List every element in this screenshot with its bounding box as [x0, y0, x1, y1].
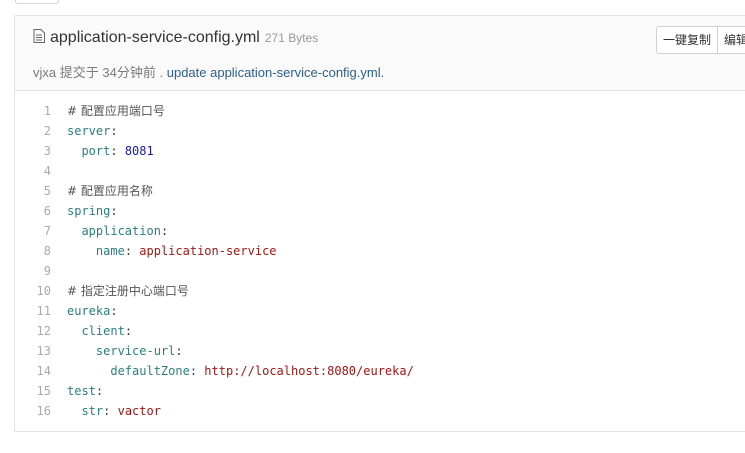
- file-size: 271 Bytes: [264, 31, 319, 45]
- line-content: application:: [67, 221, 168, 241]
- copy-button[interactable]: 一键复制: [656, 26, 719, 54]
- file-text-icon: [33, 29, 45, 43]
- code-line: 10 # 指定注册中心端口号: [15, 281, 414, 301]
- file-header: application-service-config.yml 271 Bytes…: [15, 16, 745, 91]
- line-number: 13: [36, 344, 51, 358]
- code-token: :: [110, 304, 118, 318]
- code-token: port: [81, 144, 111, 158]
- code-line: 4: [15, 161, 414, 181]
- code-token: server: [67, 124, 111, 138]
- commit-info: vjxa 提交于 34分钟前 . update application-serv…: [33, 62, 384, 81]
- line-content: # 配置应用端口号: [67, 101, 165, 121]
- code-token: service-url: [95, 344, 176, 358]
- code-line: 11 eureka:: [15, 301, 414, 321]
- line-content: str: vactor: [67, 401, 161, 421]
- code-token: # 配置应用名称: [67, 184, 153, 198]
- code-line: 16 str: vactor: [15, 401, 414, 421]
- code-token: http://localhost:8080/eureka/: [204, 364, 414, 378]
- line-number: 6: [43, 204, 51, 218]
- line-number: 2: [43, 124, 51, 138]
- line-content: server:: [67, 121, 118, 141]
- code-token: vactor: [117, 404, 161, 418]
- file-name: application-service-config.yml: [50, 29, 260, 46]
- code-token: client: [81, 324, 125, 338]
- code-view: 1 # 配置应用端口号 2 server: 3 port: 8081 4 5 # 配置应用名称…: [15, 101, 414, 421]
- line-content: # 指定注册中心端口号: [67, 281, 189, 301]
- line-number: 9: [43, 264, 51, 278]
- code-line: 5 # 配置应用名称: [15, 181, 414, 201]
- code-line: 9: [15, 261, 414, 281]
- line-content: port: 8081: [67, 141, 154, 161]
- line-number: 10: [36, 284, 51, 298]
- code-token: :: [160, 224, 169, 238]
- line-content: test:: [67, 381, 103, 401]
- commit-separator: .: [159, 65, 164, 80]
- code-token: test: [67, 384, 96, 398]
- line-content: # 配置应用名称: [67, 181, 153, 201]
- line-number: 12: [36, 324, 51, 338]
- line-number: 8: [43, 244, 51, 258]
- line-number: 4: [43, 164, 51, 178]
- line-number: 7: [43, 224, 51, 238]
- line-number: 3: [43, 144, 51, 158]
- code-token: :: [124, 244, 140, 258]
- code-token: eureka: [67, 304, 111, 318]
- line-content: service-url:: [67, 341, 183, 361]
- line-number: 11: [36, 304, 51, 318]
- code-line: 8 name: application-service: [15, 241, 414, 261]
- edit-button[interactable]: 编辑: [718, 26, 745, 54]
- code-token: :: [110, 204, 118, 218]
- code-token: # 指定注册中心端口号: [67, 284, 189, 298]
- code-token: spring: [67, 204, 111, 218]
- code-line: 15 test:: [15, 381, 414, 401]
- code-token: defaultZone: [110, 364, 190, 378]
- code-token: 8081: [124, 144, 154, 158]
- commit-time: 34分钟前: [102, 65, 156, 80]
- code-token: :: [103, 404, 118, 418]
- top-button-stub[interactable]: [15, 0, 59, 4]
- line-content: spring:: [67, 201, 118, 221]
- code-line: 14 defaultZone: http://localhost:8080/eu…: [15, 361, 414, 381]
- line-content: client:: [67, 321, 132, 341]
- line-number: 14: [36, 364, 51, 378]
- code-token: # 配置应用端口号: [67, 104, 165, 118]
- file-title-line: application-service-config.yml 271 Bytes: [33, 28, 318, 47]
- file-actions: 一键复制 编辑: [656, 26, 745, 54]
- code-line: 2 server:: [15, 121, 414, 141]
- line-number: 1: [43, 104, 51, 118]
- line-content: name: application-service: [67, 241, 277, 261]
- code-token: application-service: [139, 244, 277, 258]
- code-token: :: [110, 144, 125, 158]
- commit-author[interactable]: vjxa: [33, 65, 56, 80]
- code-line: 3 port: 8081: [15, 141, 414, 161]
- commit-message[interactable]: update application-service-config.yml.: [167, 65, 385, 80]
- code-token: application: [81, 224, 161, 238]
- line-content: eureka:: [67, 301, 118, 321]
- code-token: name: [95, 244, 125, 258]
- line-number: 5: [43, 184, 51, 198]
- code-token: :: [124, 324, 133, 338]
- code-token: :: [189, 364, 205, 378]
- code-token: str: [81, 404, 104, 418]
- code-line: 7 application:: [15, 221, 414, 241]
- code-token: :: [95, 384, 104, 398]
- code-token: :: [110, 124, 118, 138]
- code-line: 12 client:: [15, 321, 414, 341]
- code-line: 13 service-url:: [15, 341, 414, 361]
- line-number: 16: [36, 404, 51, 418]
- code-line: 6 spring:: [15, 201, 414, 221]
- code-line: 1 # 配置应用端口号: [15, 101, 414, 121]
- code-token: :: [175, 344, 183, 358]
- line-number: 15: [36, 384, 51, 398]
- line-content: defaultZone: http://localhost:8080/eurek…: [67, 361, 414, 381]
- commit-action: 提交于: [59, 65, 99, 80]
